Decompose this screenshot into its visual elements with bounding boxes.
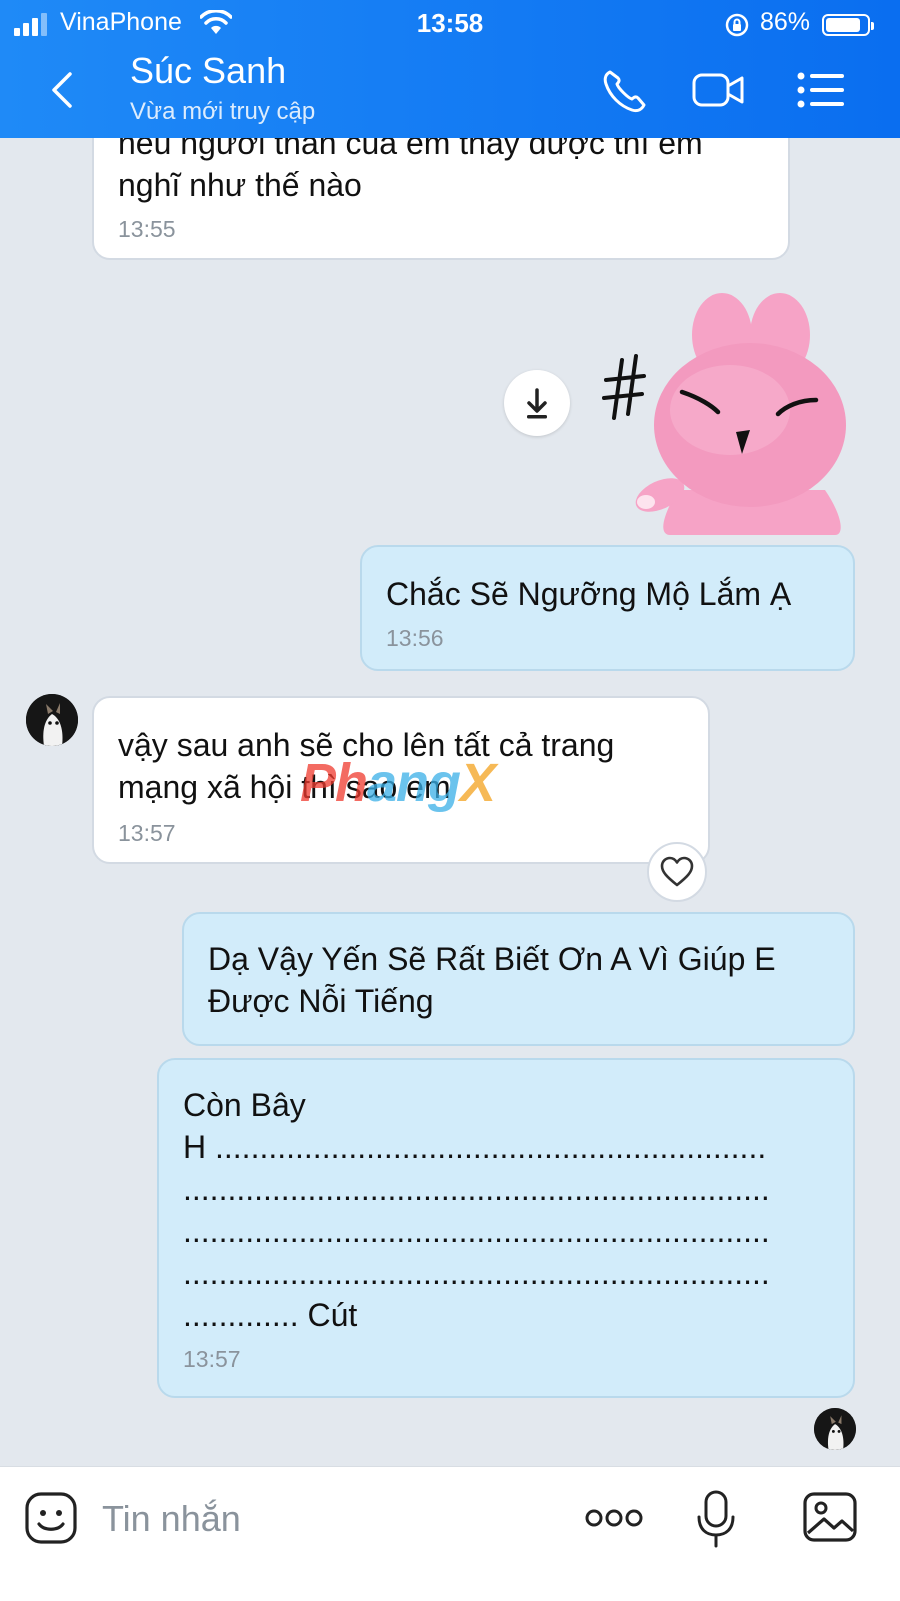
- message-text: Chắc Sẽ Ngưỡng Mộ Lắm Ạ: [386, 576, 792, 612]
- pink-bunny-sticker[interactable]: [600, 290, 855, 535]
- chat-header: VinaPhone 13:58 86% Súc Sanh Vừa mới tru…: [0, 0, 900, 138]
- message-line: nghĩ như thế nào: [118, 167, 362, 203]
- contact-name[interactable]: Súc Sanh: [130, 50, 286, 92]
- menu-icon[interactable]: [796, 66, 848, 114]
- video-icon[interactable]: [692, 66, 744, 114]
- outgoing-message[interactable]: Còn Bây H ..............................…: [157, 1058, 855, 1398]
- react-button[interactable]: [647, 842, 707, 902]
- watermark-logo: PhangX: [300, 753, 496, 813]
- message-time: 13:57: [183, 1346, 241, 1372]
- battery-icon: [822, 14, 874, 36]
- phone-icon[interactable]: [598, 66, 650, 114]
- battery-percent: 86%: [759, 8, 810, 36]
- message-line: Còn Bây: [183, 1087, 306, 1123]
- message-line: ........................................…: [183, 1213, 770, 1249]
- contact-status: Vừa mới truy cập: [130, 98, 316, 125]
- message-input[interactable]: [100, 1493, 544, 1545]
- status-bar: VinaPhone 13:58 86%: [0, 6, 900, 40]
- heart-icon: [660, 856, 694, 887]
- message-line: ........................................…: [183, 1171, 770, 1207]
- more-icon[interactable]: [584, 1503, 644, 1533]
- back-icon[interactable]: [44, 70, 84, 110]
- message-line: ........................................…: [183, 1255, 770, 1291]
- avatar[interactable]: [26, 694, 78, 746]
- seen-avatar: [814, 1408, 856, 1450]
- outgoing-message[interactable]: Chắc Sẽ Ngưỡng Mộ Lắm Ạ 13:56: [360, 545, 855, 671]
- message-line: H ......................................…: [183, 1129, 767, 1165]
- message-line: ............. Cút: [183, 1297, 358, 1333]
- message-input-bar: [0, 1466, 900, 1601]
- avatar-image: [26, 694, 78, 746]
- avatar-image: [814, 1408, 856, 1450]
- message-line: Được Nỗi Tiếng: [208, 983, 434, 1019]
- mic-icon[interactable]: [694, 1489, 738, 1549]
- outgoing-message[interactable]: Dạ Vậy Yến Sẽ Rất Biết Ơn A Vì Giúp E Đư…: [182, 912, 855, 1046]
- message-time: 13:55: [118, 216, 176, 242]
- emoji-icon[interactable]: [24, 1491, 78, 1545]
- rotation-lock-icon: [725, 13, 749, 37]
- download-button[interactable]: [504, 370, 570, 436]
- message-time: 13:57: [118, 820, 176, 846]
- message-line: Dạ Vậy Yến Sẽ Rất Biết Ơn A Vì Giúp E: [208, 941, 776, 977]
- download-icon: [527, 388, 547, 419]
- message-time: 13:56: [386, 625, 444, 651]
- image-icon[interactable]: [802, 1491, 858, 1543]
